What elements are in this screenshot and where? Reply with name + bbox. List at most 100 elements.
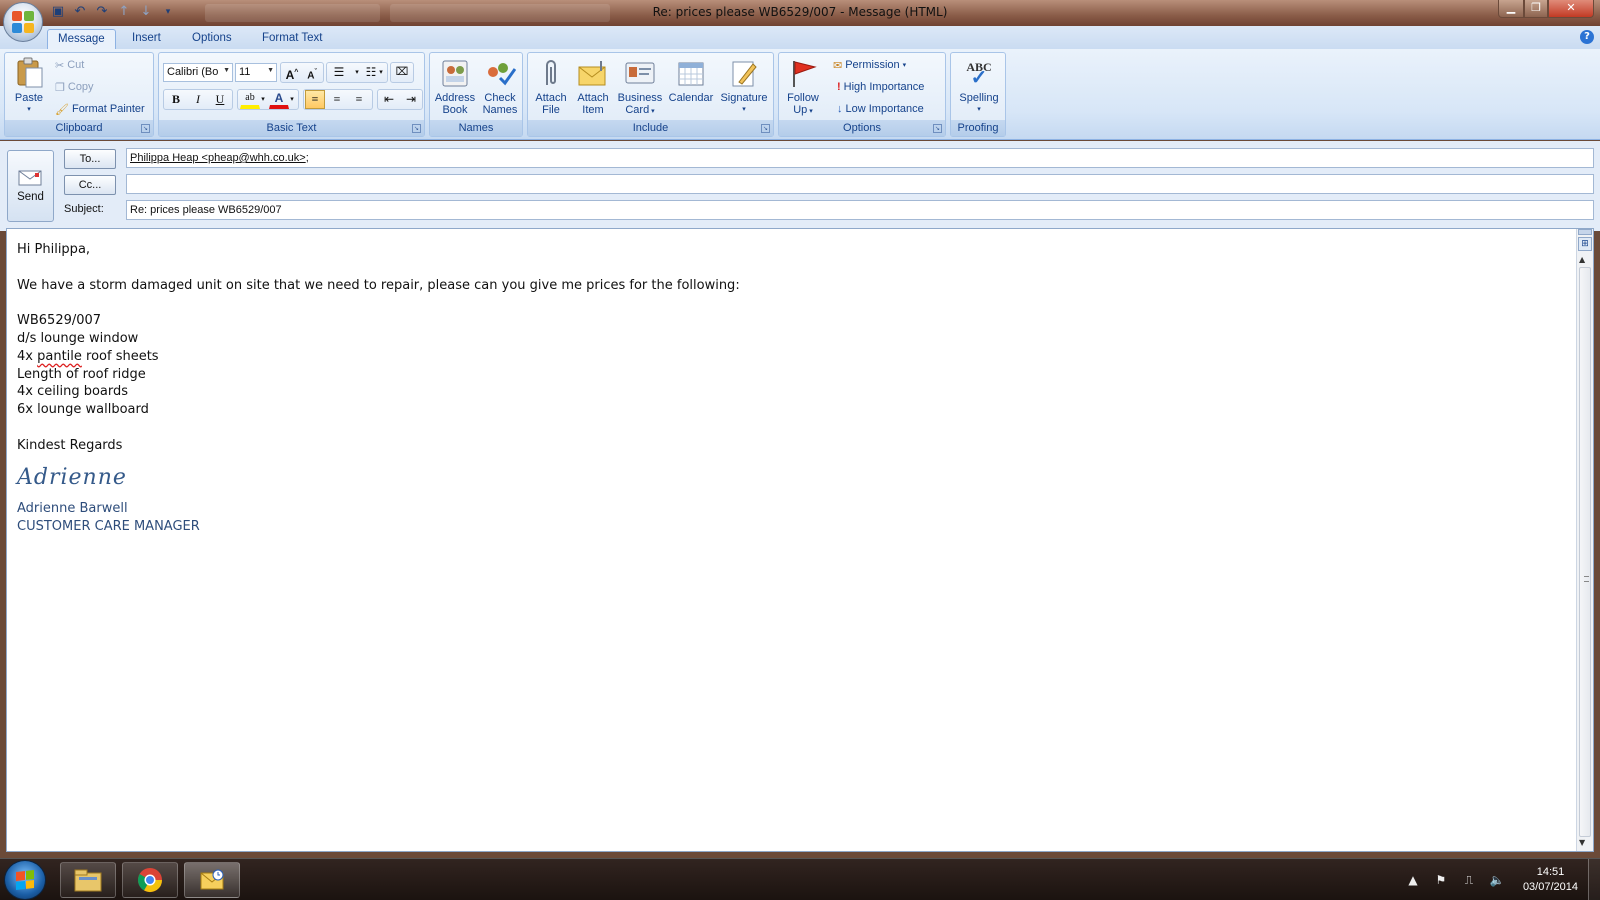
view-ruler-icon[interactable]: ⊞ — [1578, 237, 1592, 251]
chevron-down-icon: ▼ — [223, 67, 230, 74]
tab-message[interactable]: Message — [47, 29, 116, 50]
show-hidden-icons-icon[interactable]: ▲ — [1405, 872, 1421, 888]
maximize-button[interactable]: ❐ — [1524, 0, 1548, 18]
recipient-token[interactable]: Philippa Heap <pheap@whh.co.uk> — [130, 152, 306, 164]
attach-item-button[interactable]: Attach Item — [572, 55, 614, 116]
chevron-down-icon[interactable]: ▾ — [258, 90, 268, 109]
taskbar-chrome[interactable] — [122, 862, 178, 898]
system-tray: ▲ ⚑ ⎍ 🔈 14:51 03/07/2014 — [1399, 859, 1600, 900]
checkmark-icon: ✓ — [970, 67, 988, 89]
align-left-icon[interactable]: ≡ — [305, 90, 325, 109]
body-list-item: 4x ceiling boards — [17, 384, 129, 400]
clipboard-group-label: Clipboard — [5, 120, 153, 136]
down-arrow-icon: ↓ — [837, 103, 843, 115]
highlight-icon[interactable]: ab — [240, 90, 260, 109]
shrink-font-icon[interactable]: Aˇ — [302, 63, 322, 82]
tab-format-text[interactable]: Format Text — [252, 29, 333, 50]
dialog-launcher-icon[interactable]: ↘ — [761, 124, 770, 133]
send-button[interactable]: Send — [7, 150, 54, 222]
body-reference: WB6529/007 — [17, 313, 102, 329]
clear-formatting-icon[interactable]: ⌧ — [392, 63, 412, 82]
show-desktop-button[interactable] — [1588, 859, 1600, 900]
increase-indent-icon[interactable]: ⇥ — [401, 90, 421, 109]
scroll-thumb[interactable] — [1579, 267, 1591, 837]
body-closing: Kindest Regards — [17, 437, 123, 453]
close-button[interactable]: ✕ — [1548, 0, 1594, 18]
options-group-label: Options — [779, 120, 945, 136]
clock[interactable]: 14:51 03/07/2014 — [1523, 865, 1578, 895]
to-button[interactable]: To... — [64, 149, 116, 169]
taskbar-outlook[interactable] — [184, 862, 240, 898]
tab-insert[interactable]: Insert — [122, 29, 171, 50]
subject-label: Subject: — [64, 203, 104, 215]
chevron-down-icon[interactable]: ▾ — [375, 63, 387, 82]
start-button[interactable] — [4, 860, 46, 900]
vertical-scrollbar[interactable]: ⊞ ▲ ▼ — [1576, 229, 1593, 851]
split-handle[interactable] — [1578, 229, 1592, 235]
cc-field[interactable] — [126, 174, 1594, 194]
office-button[interactable] — [3, 2, 43, 42]
chevron-down-icon: ▼ — [267, 67, 274, 74]
align-center-icon[interactable]: ≡ — [327, 90, 347, 109]
dialog-launcher-icon[interactable]: ↘ — [141, 124, 150, 133]
chevron-down-icon: ▾ — [977, 106, 981, 113]
attach-file-button[interactable]: Attach File — [530, 55, 572, 116]
body-list-item: Length of roof ridge — [17, 366, 146, 382]
message-body-text[interactable]: Hi Philippa, We have a storm damaged uni… — [17, 241, 740, 536]
scroll-up-icon[interactable]: ▲ — [1579, 255, 1585, 264]
network-icon[interactable]: ⎍ — [1461, 872, 1477, 888]
chevron-down-icon[interactable]: ▾ — [287, 90, 297, 109]
format-painter-button[interactable]: 🖌 Format Painter — [55, 100, 145, 118]
copy-button[interactable]: ❐ Copy — [55, 78, 94, 96]
tab-options[interactable]: Options — [182, 29, 242, 50]
address-book-label: Book — [442, 104, 468, 116]
address-book-button[interactable]: Address Book — [432, 55, 478, 116]
low-importance-button[interactable]: ↓ Low Importance — [837, 100, 924, 118]
copy-label: Copy — [67, 81, 94, 93]
calendar-button[interactable]: Calendar — [666, 55, 716, 104]
spelling-button[interactable]: ABC ✓ Spelling ▾ — [953, 55, 1005, 116]
clipboard-group: Paste ▾ ✂ Cut ❐ Copy 🖌 Format Painter Clipb… — [4, 52, 154, 137]
decrease-indent-icon[interactable]: ⇤ — [379, 90, 399, 109]
message-body-editor[interactable]: Hi Philippa, We have a storm damaged uni… — [6, 228, 1594, 852]
follow-up-button[interactable]: Follow Up ▾ — [781, 55, 825, 118]
chevron-down-icon: ▾ — [807, 108, 813, 115]
spelling-label: Spelling — [959, 92, 999, 104]
follow-up-label: Follow — [787, 92, 819, 104]
permission-button[interactable]: ✉ Permission ▾ — [833, 56, 906, 74]
grow-font-icon[interactable]: A^ — [282, 63, 302, 82]
proofing-group: ABC ✓ Spelling ▾ Proofing — [950, 52, 1006, 137]
help-icon[interactable]: ? — [1580, 30, 1594, 44]
font-color-icon[interactable]: A — [269, 90, 289, 109]
underline-icon[interactable]: U — [210, 90, 230, 109]
cc-button[interactable]: Cc... — [64, 175, 116, 195]
bullets-icon[interactable]: ☰ — [329, 63, 349, 82]
attach-file-label: Attach — [535, 92, 567, 104]
misspelled-word[interactable]: pantile — [37, 349, 82, 364]
subject-field[interactable]: Re: prices please WB6529/007 — [126, 200, 1594, 220]
font-size-combo[interactable]: 11 ▼ — [235, 63, 277, 82]
action-center-flag-icon[interactable]: ⚑ — [1433, 872, 1449, 888]
signature-name: Adrienne Barwell — [17, 501, 128, 517]
minimize-button[interactable]: ▁ — [1498, 0, 1524, 18]
permission-icon: ✉ — [833, 59, 843, 72]
chevron-down-icon: ▾ — [649, 108, 655, 115]
dialog-launcher-icon[interactable]: ↘ — [412, 124, 421, 133]
taskbar-explorer[interactable] — [60, 862, 116, 898]
attach-file-label: File — [542, 104, 560, 116]
scroll-down-icon[interactable]: ▼ — [1579, 838, 1585, 847]
dialog-launcher-icon[interactable]: ↘ — [933, 124, 942, 133]
paste-button[interactable]: Paste ▾ — [9, 55, 49, 116]
business-card-button[interactable]: Business Card ▾ — [614, 55, 666, 118]
font-name-combo[interactable]: Calibri (Bo ▼ — [163, 63, 233, 82]
align-right-icon[interactable]: ≡ — [349, 90, 369, 109]
high-importance-button[interactable]: ! High Importance — [837, 78, 924, 96]
bold-icon[interactable]: B — [166, 90, 186, 109]
italic-icon[interactable]: I — [188, 90, 208, 109]
check-names-button[interactable]: Check Names — [478, 55, 522, 116]
cut-button[interactable]: ✂ Cut — [55, 56, 84, 74]
volume-icon[interactable]: 🔈 — [1489, 872, 1505, 888]
paste-icon — [12, 57, 46, 89]
to-field[interactable]: Philippa Heap <pheap@whh.co.uk>; — [126, 148, 1594, 168]
signature-button[interactable]: Signature ▾ — [716, 55, 772, 116]
